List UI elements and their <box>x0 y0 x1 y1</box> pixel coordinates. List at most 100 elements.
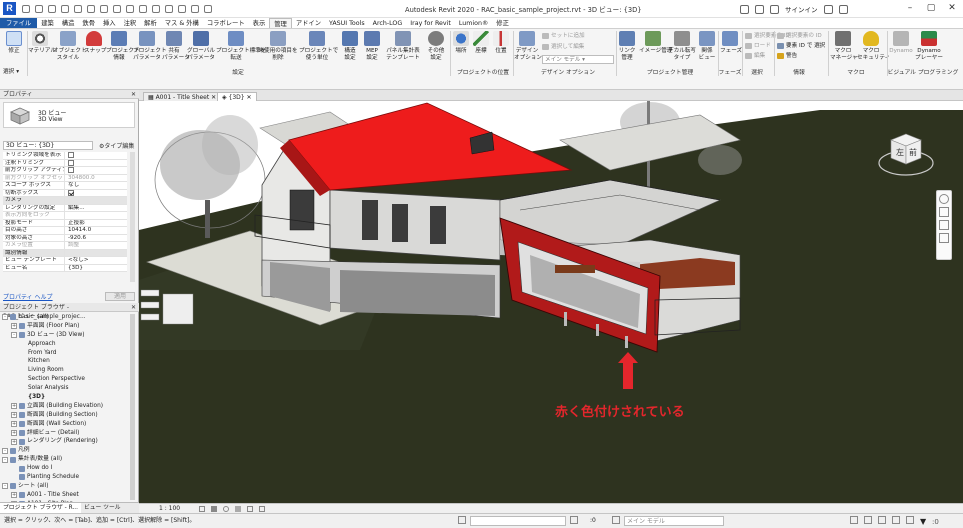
modify-button[interactable]: 修正 <box>3 31 25 55</box>
property-value[interactable] <box>65 152 127 159</box>
print-icon[interactable] <box>87 5 95 13</box>
orbit-icon[interactable] <box>939 233 949 243</box>
location-button[interactable]: 場所 <box>452 31 470 55</box>
3d-viewport[interactable]: 左 前 赤く色付けされている <box>139 101 963 503</box>
browser-scrollbar[interactable] <box>130 314 135 500</box>
transfer-standards-button[interactable]: プロジェクト標準を 転送 <box>216 31 266 62</box>
load-selection-button[interactable]: ロード <box>745 42 771 50</box>
tab-structure[interactable]: 構造 <box>58 18 79 28</box>
properties-scrollbar[interactable] <box>130 152 135 282</box>
close-button[interactable]: ✕ <box>942 2 962 15</box>
property-checkbox[interactable] <box>68 189 74 196</box>
macro-security-button[interactable]: マクロ セキュリティ <box>857 31 890 62</box>
property-value[interactable] <box>65 250 127 257</box>
property-row[interactable]: スコープ ボックス なし <box>3 182 127 190</box>
property-value[interactable]: なし <box>65 182 127 189</box>
editing-requests-icon[interactable] <box>570 516 578 524</box>
apply-button[interactable]: 適用 <box>104 292 135 301</box>
edit-type-button[interactable]: ⚙タイプ編集 <box>99 141 134 150</box>
maximize-button[interactable]: ▢ <box>921 2 941 15</box>
user-icon[interactable] <box>770 4 779 14</box>
object-styles-button[interactable]: オブジェクト スタイル <box>53 31 87 62</box>
instance-selector[interactable]: 3D ビュー: {3D} <box>3 140 93 150</box>
global-parameters-button[interactable]: グローバル パラメータ <box>187 31 215 62</box>
browser-item[interactable]: - 凡例 <box>2 446 130 455</box>
property-value[interactable]: 編集... <box>65 205 127 212</box>
snaps-button[interactable]: スナップ <box>84 31 106 55</box>
section-icon[interactable] <box>165 5 173 13</box>
property-group-header[interactable]: 識別情報 <box>3 249 127 257</box>
type-selector[interactable]: 3D ビュー 3D View <box>3 102 135 128</box>
lock-icon[interactable] <box>259 506 265 512</box>
thin-lines-icon[interactable] <box>178 5 186 13</box>
switch-windows-icon[interactable] <box>204 5 212 13</box>
text-icon[interactable] <box>139 5 147 13</box>
add-to-set-button[interactable]: セットに追加 <box>542 32 585 40</box>
property-value[interactable]: 正投影 <box>65 220 127 227</box>
project-units-button[interactable]: プロジェクトで 使う単位 <box>299 31 338 62</box>
shared-parameters-button[interactable]: 共有 パラメータ <box>162 31 190 62</box>
zoom-icon[interactable] <box>939 207 949 217</box>
position-button[interactable]: 位置 <box>492 31 510 55</box>
browser-item[interactable]: + 平面図 (Floor Plan) <box>2 322 130 331</box>
browser-item[interactable]: Planting Schedule <box>2 473 130 482</box>
undo-icon[interactable] <box>61 5 69 13</box>
property-checkbox[interactable] <box>68 152 74 158</box>
expand-icon[interactable]: + <box>11 412 17 419</box>
browser-item[interactable]: - 集計表/数量 (all) <box>2 455 130 464</box>
coordinates-button[interactable]: 座標 <box>472 31 490 55</box>
property-value[interactable]: <なし> <box>65 257 127 264</box>
design-option-dropdown[interactable]: メイン モデル <box>624 516 724 526</box>
browser-item[interactable]: + 断面図 (Building Section) <box>2 411 130 420</box>
collapse-icon[interactable]: - <box>2 314 8 321</box>
minimize-button[interactable]: – <box>900 2 920 15</box>
viewcube-widget[interactable]: 左 前 <box>876 130 936 180</box>
property-value[interactable]: 調整 <box>65 242 127 249</box>
browser-item[interactable]: Section Perspective <box>2 375 130 384</box>
mep-settings-button[interactable]: MEP 設定 <box>362 31 382 62</box>
property-value[interactable] <box>65 197 127 204</box>
view-tab-title-sheet[interactable]: ▦ A001 - Title Sheet ✕ <box>143 92 222 101</box>
edit-selection-button[interactable]: 編集 <box>745 52 765 60</box>
search-icon[interactable] <box>740 4 749 14</box>
worksharing-icon[interactable] <box>458 516 466 524</box>
3d-view-icon[interactable] <box>152 5 160 13</box>
browser-item[interactable]: + レンダリング (Rendering) <box>2 437 130 446</box>
tab-manage[interactable]: 管理 <box>269 18 292 28</box>
view-scale[interactable]: 1 : 100 <box>159 504 180 513</box>
tab-view-tools[interactable]: ビュー ツール <box>81 503 124 513</box>
browser-item[interactable]: {3D} <box>2 393 130 402</box>
property-row[interactable]: カメラ位置 調整 <box>3 242 127 250</box>
property-value[interactable] <box>65 189 127 197</box>
tab-insert[interactable]: 挿入 <box>99 18 120 28</box>
browser-item[interactable]: Solar Analysis <box>2 384 130 393</box>
pick-to-edit-button[interactable]: 選択して編集 <box>542 43 584 51</box>
expand-icon[interactable]: + <box>11 403 17 410</box>
revit-logo-icon[interactable]: R <box>3 2 16 15</box>
browser-item[interactable]: Approach <box>2 340 130 349</box>
select-by-id-button[interactable]: 要素 ID で 選択 <box>777 42 825 50</box>
save-icon[interactable] <box>35 5 43 13</box>
tab-arch-log[interactable]: Arch-LOG <box>369 18 407 28</box>
tab-addins[interactable]: アドイン <box>292 18 325 28</box>
starting-view-button[interactable]: 関係 ビュー <box>698 31 716 62</box>
cart-icon[interactable] <box>755 4 764 14</box>
tab-annotate[interactable]: 注釈 <box>120 18 141 28</box>
manage-images-button[interactable]: イメージ管理 <box>639 31 672 55</box>
collapse-icon[interactable]: - <box>2 456 8 463</box>
property-value[interactable] <box>65 167 127 174</box>
dynamo-player-button[interactable]: Dynamo プレーヤー <box>914 31 944 62</box>
expand-icon[interactable]: + <box>11 438 17 445</box>
browser-item[interactable]: + 断面図 (Wall Section) <box>2 420 130 429</box>
select-links-icon[interactable] <box>850 516 858 524</box>
property-row[interactable]: ビュー テンプレート <なし> <box>3 257 127 265</box>
manage-links-button[interactable]: リンク 管理 <box>617 31 637 62</box>
ids-of-selection-button[interactable]: 選択要素の ID <box>777 32 822 40</box>
exchange-icon[interactable] <box>823 4 833 14</box>
design-options-button[interactable]: デザイン オプション <box>514 31 542 62</box>
additional-settings-button[interactable]: その他 設定 <box>424 31 448 62</box>
tab-project-browser[interactable]: プロジェクト ブラウザ - R... <box>0 503 81 513</box>
workset-dropdown[interactable] <box>470 516 566 526</box>
browser-item[interactable]: - シート (all) <box>2 482 130 491</box>
panel-schedule-templates-button[interactable]: パネル集計表 テンプレート <box>384 31 422 62</box>
